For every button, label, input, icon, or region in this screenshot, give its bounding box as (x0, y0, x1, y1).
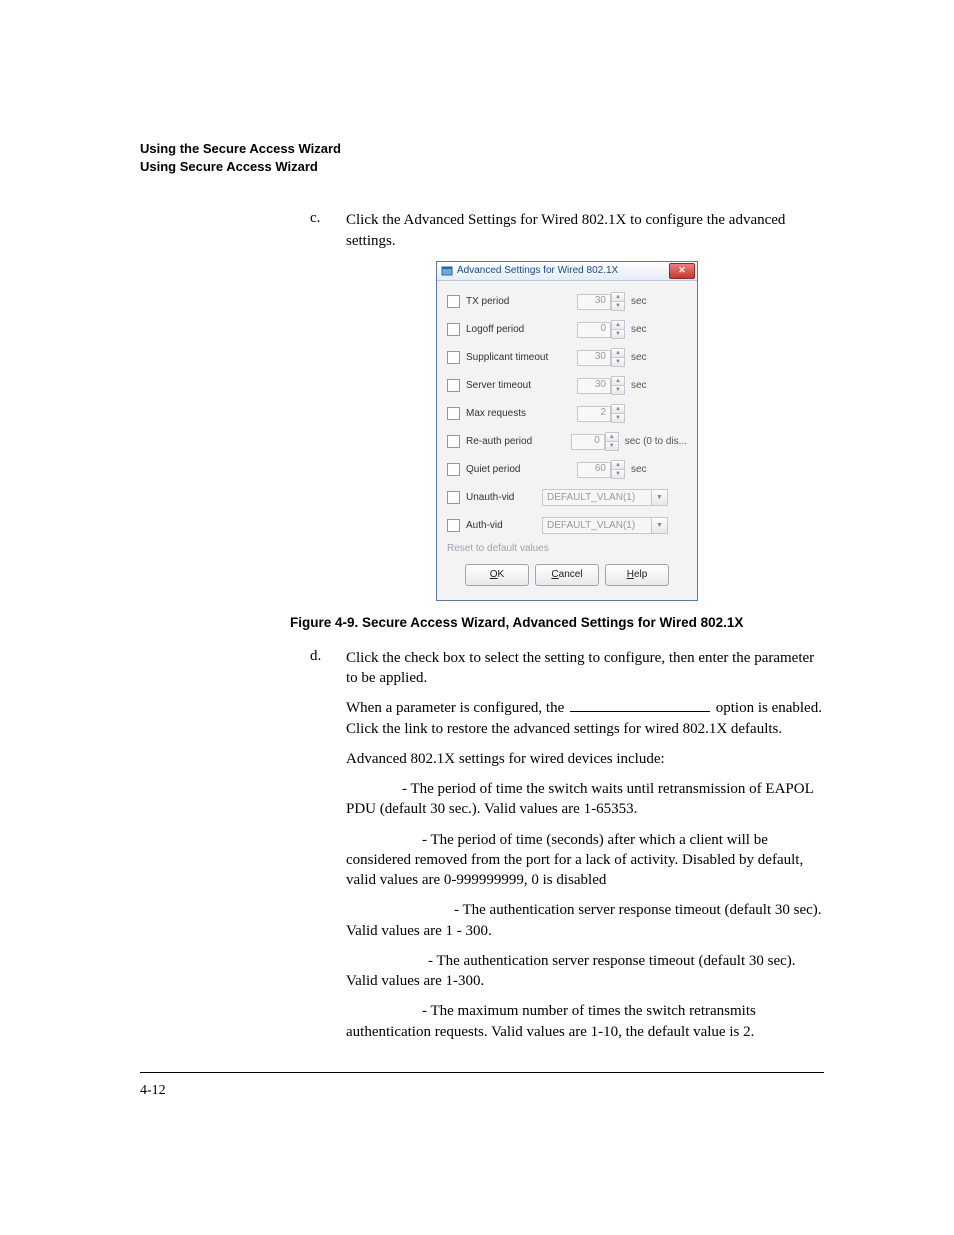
ok-button[interactable]: OK (465, 564, 529, 586)
label-tx-period: TX period (466, 296, 577, 307)
row-logoff-period: Logoff period 0 ▲▼ sec (447, 319, 687, 341)
advanced-settings-dialog: Advanced Settings for Wired 802.1X ✕ TX … (436, 261, 698, 601)
spin-down-icon[interactable]: ▼ (611, 330, 625, 339)
spin-up-icon[interactable]: ▲ (611, 460, 625, 470)
checkbox-supplicant-timeout[interactable] (447, 351, 460, 364)
checkbox-auth-vid[interactable] (447, 519, 460, 532)
spin-up-icon[interactable]: ▲ (611, 292, 625, 302)
checkbox-reauth-period[interactable] (447, 435, 460, 448)
label-logoff-period: Logoff period (466, 324, 577, 335)
spin-down-icon[interactable]: ▼ (611, 386, 625, 395)
input-reauth-period[interactable]: 0 (571, 434, 605, 450)
help-label-rest: elp (634, 569, 647, 580)
unit-logoff-period: sec (631, 324, 687, 335)
footer-rule (140, 1072, 824, 1073)
select-unauth-vid[interactable]: DEFAULT_VLAN(1) ▼ (542, 489, 668, 506)
blank-underline (570, 711, 710, 712)
label-auth-vid: Auth-vid (466, 520, 542, 531)
input-quiet-period[interactable]: 60 (577, 462, 611, 478)
checkbox-unauth-vid[interactable] (447, 491, 460, 504)
spin-down-icon[interactable]: ▼ (611, 358, 625, 367)
spin-down-icon[interactable]: ▼ (605, 442, 619, 451)
step-c-text: Click the Advanced Settings for Wired 80… (346, 210, 824, 251)
step-d: d. Click the check box to select the set… (310, 648, 824, 1052)
spin-down-icon[interactable]: ▼ (611, 414, 625, 423)
spin-down-icon[interactable]: ▼ (611, 470, 625, 479)
label-reauth-period: Re-auth period (466, 436, 571, 447)
label-server-timeout: Server timeout (466, 380, 577, 391)
input-server-timeout[interactable]: 30 (577, 378, 611, 394)
header-line-2: Using Secure Access Wizard (140, 158, 824, 176)
checkbox-tx-period[interactable] (447, 295, 460, 308)
row-supplicant-timeout: Supplicant timeout 30 ▲▼ sec (447, 347, 687, 369)
dialog-titlebar: Advanced Settings for Wired 802.1X ✕ (437, 262, 697, 281)
bullet-max-requests: - The maximum number of times the switch… (346, 1001, 824, 1042)
spin-up-icon[interactable]: ▲ (611, 404, 625, 414)
select-auth-vid-value: DEFAULT_VLAN(1) (543, 520, 651, 531)
window-icon (441, 265, 453, 277)
step-d-p3: Advanced 802.1X settings for wired devic… (346, 749, 824, 769)
close-icon: ✕ (678, 266, 686, 275)
header-line-1: Using the Secure Access Wizard (140, 140, 824, 158)
checkbox-max-requests[interactable] (447, 407, 460, 420)
unit-reauth-period: sec (0 to dis... (625, 436, 687, 447)
spin-up-icon[interactable]: ▲ (611, 348, 625, 358)
chevron-down-icon: ▼ (651, 518, 667, 533)
page-number: 4-12 (140, 1083, 824, 1099)
input-supplicant-timeout[interactable]: 30 (577, 350, 611, 366)
checkbox-server-timeout[interactable] (447, 379, 460, 392)
step-d-p1: Click the check box to select the settin… (346, 648, 824, 689)
row-tx-period: TX period 30 ▲▼ sec (447, 291, 687, 313)
unit-quiet-period: sec (631, 464, 687, 475)
row-quiet-period: Quiet period 60 ▲▼ sec (447, 459, 687, 481)
checkbox-quiet-period[interactable] (447, 463, 460, 476)
input-tx-period[interactable]: 30 (577, 294, 611, 310)
label-supplicant-timeout: Supplicant timeout (466, 352, 577, 363)
row-unauth-vid: Unauth-vid DEFAULT_VLAN(1) ▼ (447, 487, 687, 509)
step-c: c. Click the Advanced Settings for Wired… (310, 210, 824, 251)
chevron-down-icon: ▼ (651, 490, 667, 505)
row-max-requests: Max requests 2 ▲▼ (447, 403, 687, 425)
unit-server-timeout: sec (631, 380, 687, 391)
row-auth-vid: Auth-vid DEFAULT_VLAN(1) ▼ (447, 515, 687, 537)
bullet-supplicant-timeout: - The authentication server response tim… (346, 900, 824, 941)
input-logoff-period[interactable]: 0 (577, 322, 611, 338)
reset-defaults-link[interactable]: Reset to default values (447, 543, 687, 554)
row-reauth-period: Re-auth period 0 ▲▼ sec (0 to dis... (447, 431, 687, 453)
spin-up-icon[interactable]: ▲ (605, 432, 619, 442)
cancel-button[interactable]: Cancel (535, 564, 599, 586)
step-d-p2a: When a parameter is configured, the (346, 700, 568, 716)
select-auth-vid[interactable]: DEFAULT_VLAN(1) ▼ (542, 517, 668, 534)
select-unauth-vid-value: DEFAULT_VLAN(1) (543, 492, 651, 503)
page-header: Using the Secure Access Wizard Using Sec… (140, 140, 824, 176)
row-server-timeout: Server timeout 30 ▲▼ sec (447, 375, 687, 397)
label-max-requests: Max requests (466, 408, 577, 419)
step-d-marker: d. (310, 648, 346, 1052)
ok-label-rest: K (498, 569, 505, 580)
step-c-marker: c. (310, 210, 346, 251)
label-unauth-vid: Unauth-vid (466, 492, 542, 503)
spin-up-icon[interactable]: ▲ (611, 320, 625, 330)
bullet-tx-period: - The period of time the switch waits un… (346, 779, 824, 820)
label-quiet-period: Quiet period (466, 464, 577, 475)
spin-down-icon[interactable]: ▼ (611, 302, 625, 311)
cancel-label-rest: ancel (559, 569, 583, 580)
help-button[interactable]: Help (605, 564, 669, 586)
unit-supplicant-timeout: sec (631, 352, 687, 363)
bullet-logoff-period: - The period of time (seconds) after whi… (346, 830, 824, 891)
dialog-title: Advanced Settings for Wired 802.1X (457, 265, 669, 276)
unit-tx-period: sec (631, 296, 687, 307)
bullet-server-timeout: - The authentication server response tim… (346, 951, 824, 992)
input-max-requests[interactable]: 2 (577, 406, 611, 422)
spin-up-icon[interactable]: ▲ (611, 376, 625, 386)
close-button[interactable]: ✕ (669, 263, 695, 279)
checkbox-logoff-period[interactable] (447, 323, 460, 336)
figure-caption: Figure 4-9. Secure Access Wizard, Advanc… (140, 615, 824, 630)
step-d-p2: When a parameter is configured, the opti… (346, 698, 824, 739)
